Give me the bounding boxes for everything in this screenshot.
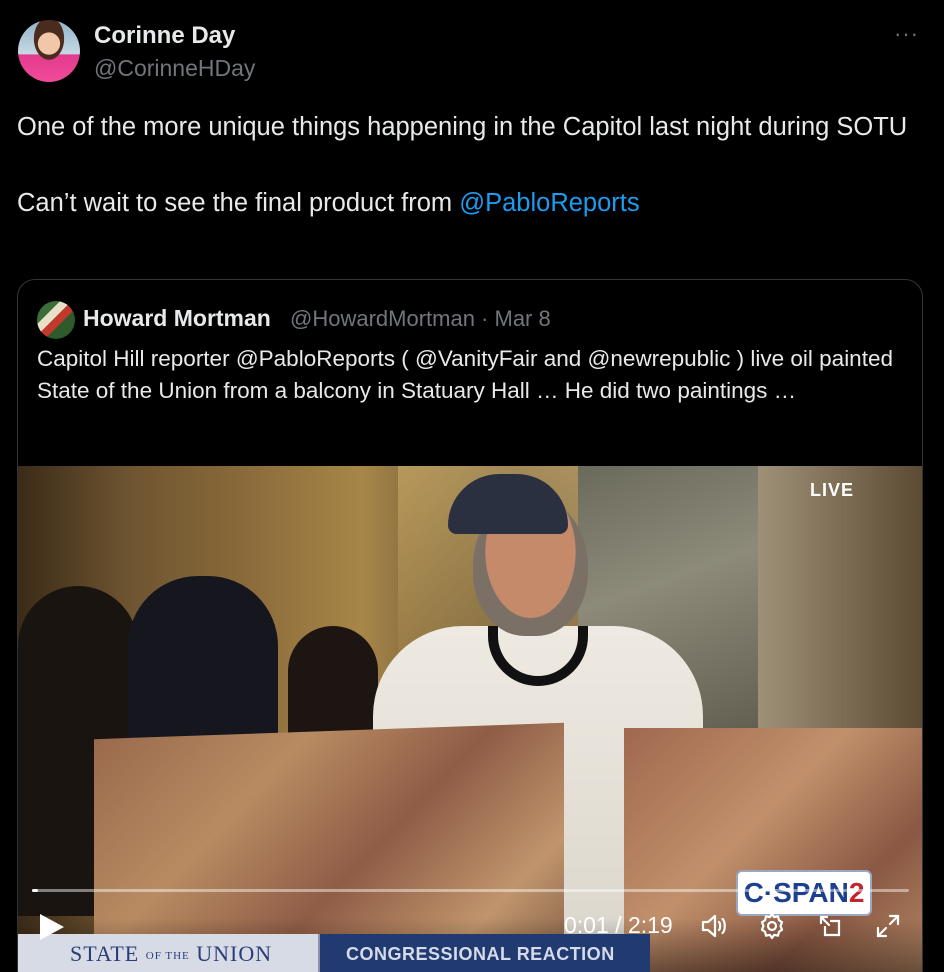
cspan-logo-text: C·SPAN [743,877,849,908]
time-separator: / [608,912,628,938]
more-icon[interactable]: ··· [894,23,922,45]
quoted-date[interactable]: Mar 8 [495,306,551,331]
volume-icon[interactable] [698,910,730,942]
quoted-author-handle[interactable]: @HowardMortman [290,306,475,331]
meta-separator: · [474,306,495,331]
author-avatar[interactable] [18,20,80,82]
progress-bar[interactable] [32,889,909,892]
tweet: Corinne Day @CorinneHDay ··· One of the … [0,0,944,972]
video-player[interactable]: LIVE C·SPAN2 STATE OF THE UNION CONGRESS… [18,466,922,972]
pip-icon[interactable] [814,910,846,942]
live-badge: LIVE [809,480,854,500]
author-handle[interactable]: @CorinneHDay [94,55,255,82]
fullscreen-icon[interactable] [872,910,904,942]
time-display: 0:01 / 2:19 [564,912,673,939]
video-controls: 0:01 / 2:19 [18,906,922,966]
time-current: 0:01 [564,912,609,938]
tweet-text-line2-prefix: Can’t wait to see the final product from [17,189,460,217]
play-icon[interactable] [40,914,64,940]
quoted-meta: @HowardMortman · Mar 8 [290,306,551,332]
cspan-logo-number: 2 [848,877,865,908]
quoted-text: Capitol Hill reporter @PabloReports ( @V… [37,346,893,403]
quoted-author-name[interactable]: Howard Mortman [83,305,271,332]
quoted-author-avatar[interactable] [37,301,75,339]
quoted-tweet[interactable]: Howard Mortman @HowardMortman · Mar 8 Ca… [17,279,923,972]
mention-link[interactable]: @PabloReports [459,189,639,217]
author-name[interactable]: Corinne Day [94,22,235,50]
tweet-text-line2: Can’t wait to see the final product from… [17,184,927,222]
progress-fill [32,889,39,892]
time-total: 2:19 [627,912,673,938]
tweet-text: One of the more unique things happening … [17,108,927,222]
settings-icon[interactable] [756,910,788,942]
tweet-text-line1: One of the more unique things happening … [17,113,908,141]
